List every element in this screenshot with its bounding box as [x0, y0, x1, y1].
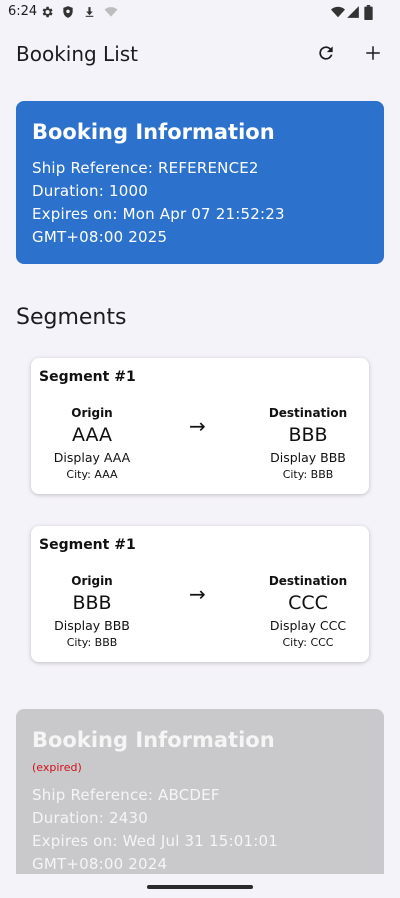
segment-card[interactable]: Segment #1 Origin BBB Display BBB City: … [31, 526, 369, 662]
download-icon [83, 5, 96, 19]
origin-code: BBB [72, 592, 112, 614]
status-bar: 6:24 [0, 0, 400, 26]
booking-card-expired[interactable]: Booking Information (expired) Ship Refer… [16, 709, 384, 879]
segment-origin: Origin AAA Display AAA City: AAA [31, 405, 153, 483]
origin-label: Origin [71, 406, 113, 420]
booking-card[interactable]: Booking Information Ship Reference: REFE… [16, 101, 384, 264]
expired-label: (expired) [32, 761, 82, 774]
segment-title: Segment #1 [39, 369, 136, 385]
origin-city: City: BBB [66, 636, 118, 649]
arrow-right-icon: → [189, 582, 206, 606]
origin-city: City: AAA [66, 468, 118, 481]
destination-label: Destination [268, 574, 348, 588]
booking-expiry: Expires on: Mon Apr 07 21:52:23 GMT+08:0… [32, 205, 285, 246]
battery-icon [364, 5, 373, 20]
booking-title: Booking Information [32, 120, 275, 144]
gear-icon [40, 5, 54, 19]
destination-city: City: BBB [282, 468, 334, 481]
segment-origin: Origin BBB Display BBB City: BBB [31, 573, 153, 651]
add-icon [364, 44, 382, 66]
origin-display: Display AAA [53, 450, 131, 465]
shield-icon [61, 5, 75, 19]
segment-destination: Destination BBB Display BBB City: BBB [247, 405, 369, 483]
destination-label: Destination [268, 406, 348, 420]
signal-icon [346, 5, 360, 19]
page-title: Booking List [16, 42, 139, 66]
destination-code: BBB [288, 424, 328, 446]
booking-title: Booking Information [32, 728, 275, 752]
wifi-off-icon [103, 5, 119, 19]
origin-display: Display BBB [54, 618, 130, 633]
segment-title: Segment #1 [39, 537, 136, 553]
ship-reference: Ship Reference: REFERENCE2 [32, 159, 259, 177]
destination-code: CCC [288, 592, 328, 614]
booking-duration: Duration: 2430 [32, 809, 148, 827]
app-bar: Booking List [0, 34, 400, 76]
segment-destination: Destination CCC Display CCC City: CCC [247, 573, 369, 651]
origin-code: AAA [71, 424, 113, 446]
arrow-right-icon: → [189, 414, 206, 438]
refresh-icon [316, 43, 336, 67]
screen: 6:24 Booking List Booking Information Sh… [0, 0, 400, 898]
ship-reference: Ship Reference: ABCDEF [32, 786, 220, 804]
status-time: 6:24 [8, 4, 38, 19]
origin-label: Origin [71, 574, 113, 588]
add-button[interactable] [360, 42, 386, 68]
segments-heading: Segments [16, 305, 127, 330]
refresh-button[interactable] [313, 42, 339, 68]
destination-display: Display BBB [270, 450, 346, 465]
destination-city: City: CCC [282, 636, 334, 649]
wifi-icon [330, 5, 346, 19]
booking-expiry: Expires on: Wed Jul 31 15:01:01 GMT+08:0… [32, 832, 278, 873]
booking-duration: Duration: 1000 [32, 182, 148, 200]
navigation-bar [0, 874, 400, 898]
home-gesture-handle[interactable] [147, 885, 253, 889]
segment-card[interactable]: Segment #1 Origin AAA Display AAA City: … [31, 358, 369, 494]
destination-display: Display CCC [269, 618, 347, 633]
